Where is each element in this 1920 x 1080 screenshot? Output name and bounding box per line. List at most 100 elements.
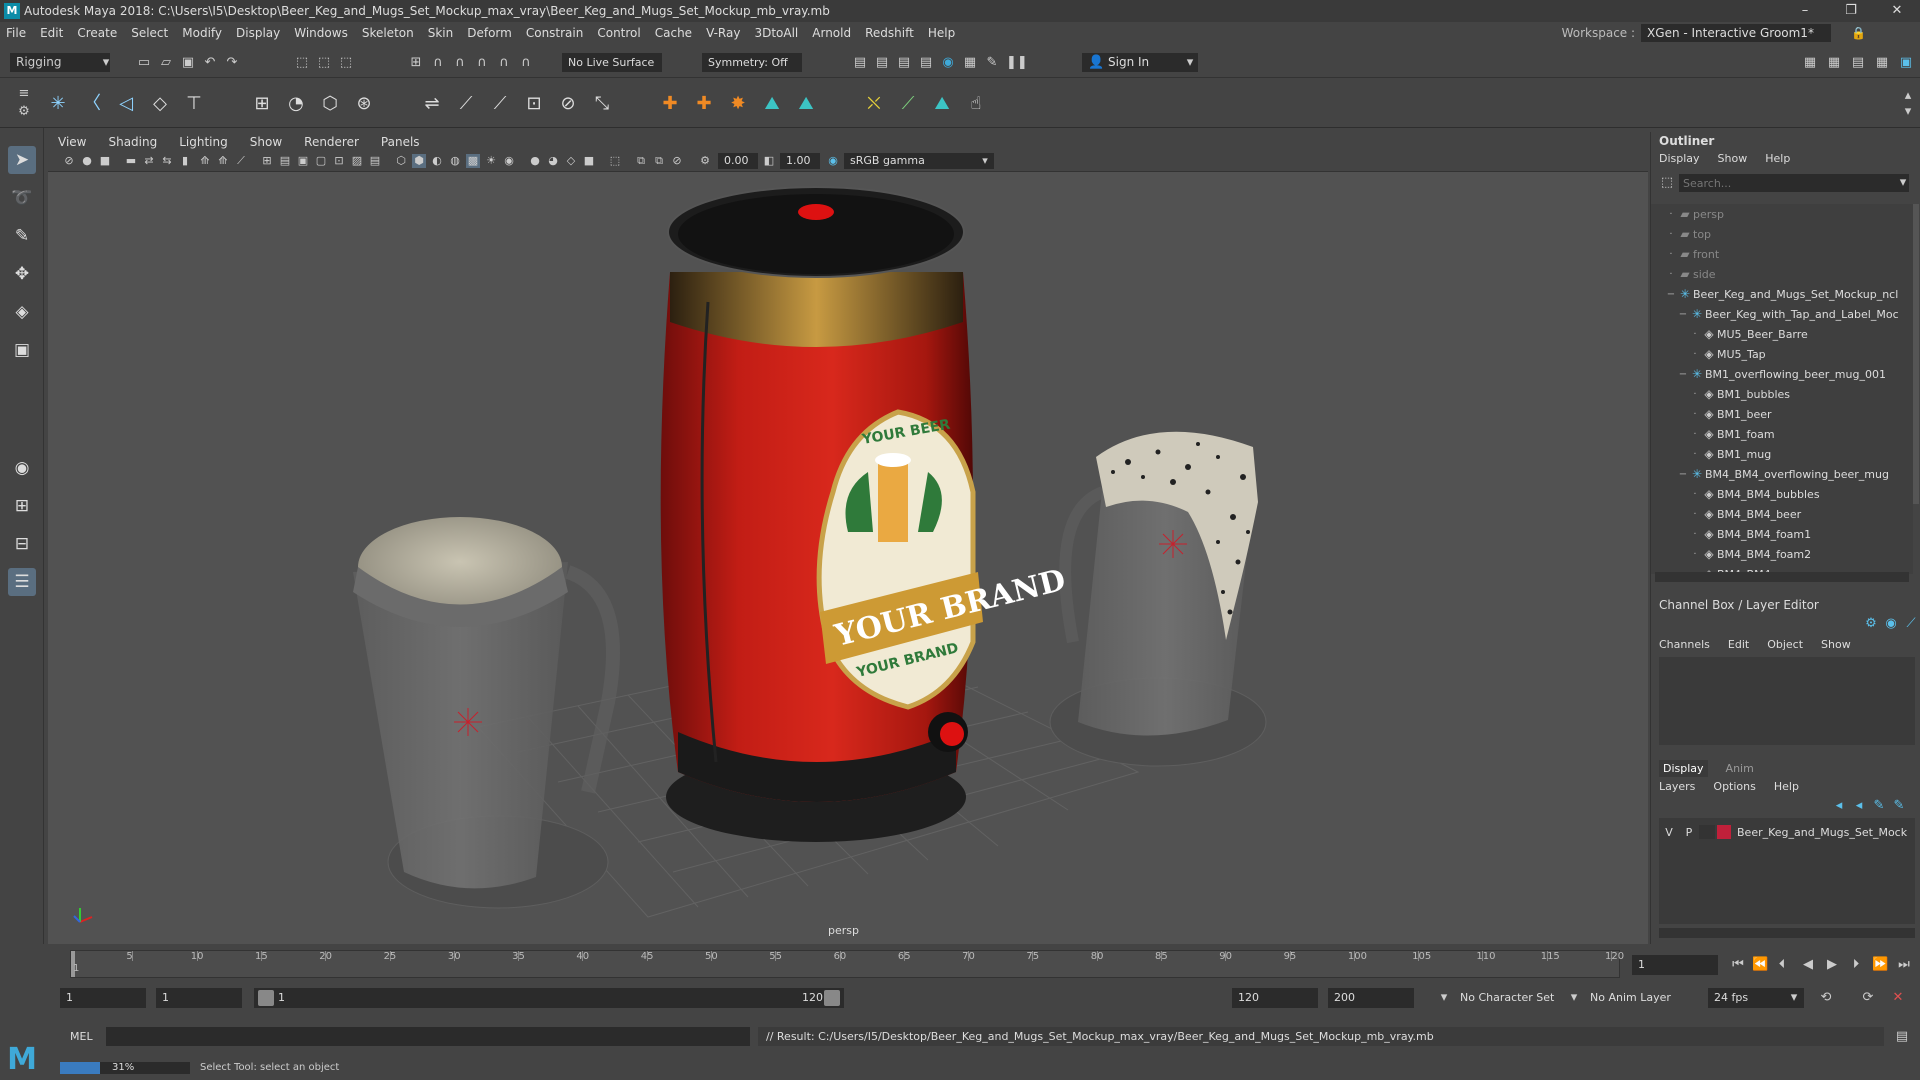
snap-point-icon[interactable]: ∩ [452,55,468,71]
auto-key-icon[interactable]: ⟳ [1860,990,1876,1006]
character-controls-icon[interactable]: ⛰ [794,92,818,116]
menu-arnold[interactable]: Arnold [812,26,851,40]
outliner-item[interactable]: · ◈ MU5_Tap [1651,344,1913,364]
outliner-toggle-icon[interactable]: ▣ [1898,55,1914,71]
expand-icon[interactable]: − [1677,369,1689,380]
xray-joints-icon[interactable]: ▤ [368,154,382,168]
chevron-down-icon[interactable]: ▾ [1436,990,1452,1006]
layout-four-icon[interactable]: ⊞ [8,492,36,520]
scale-tool-icon[interactable]: ▣ [8,336,36,364]
shelf-scroll-down-icon[interactable]: ▾ [1900,104,1916,120]
rotate-tool-icon[interactable]: ◈ [8,298,36,326]
blend-shape-icon[interactable]: ⊘ [556,92,580,116]
new-layer-icon[interactable]: ✎ [1871,798,1887,814]
outliner-item[interactable]: · ▰ front [1651,244,1913,264]
hypershade-icon[interactable]: ◉ [940,55,956,71]
quick-rig-icon[interactable]: ⛰ [760,92,784,116]
outliner-vertical-scrollbar[interactable] [1913,204,1919,504]
textured-icon[interactable]: ⬢ [412,154,426,168]
select-hierarchy-icon[interactable]: ⬚ [294,55,310,71]
menu-deform[interactable]: Deform [467,26,512,40]
xray-icon[interactable]: ▨ [350,154,364,168]
smooth-shade-icon[interactable]: ⬡ [394,154,408,168]
layout-single-icon[interactable]: ◉ [8,454,36,482]
time-slider-track[interactable]: 1 5 10 15 20 25 30 35 40 45 50 55 60 65 70 75 80 85 90 95 1… [70,950,1624,978]
orient-joint-icon[interactable]: ⊤ [182,92,206,116]
beer-keg[interactable]: YOUR BRAND YOUR BEER YOUR BRAND [660,186,1069,842]
menu-control[interactable]: Control [597,26,640,40]
motion-blur-icon[interactable]: ☀ [484,154,498,168]
camera-attributes-icon[interactable]: ⊘ [62,154,76,168]
layer-row[interactable]: V P Beer_Keg_and_Mugs_Set_Mock [1659,822,1915,842]
outliner-menu-display[interactable]: Display [1659,152,1700,165]
save-scene-icon[interactable]: ▣ [180,55,196,71]
modeling-toolkit-icon[interactable]: ▦ [1802,55,1818,71]
viewport-panel[interactable]: View Shading Lighting Show Renderer Panels ⊘ … [48,132,1648,944]
character-set-dropdown[interactable]: No Character Set [1454,988,1564,1008]
range-slider-bar[interactable]: 1 120 [254,988,844,1008]
layer-color-swatch[interactable] [1717,825,1731,839]
layout-outliner-icon[interactable]: ☰ [8,568,36,596]
mirror-joint-icon[interactable]: ◇ [148,92,172,116]
snap-grid-icon[interactable]: ⊞ [408,55,424,71]
filter-icon[interactable]: ⬚ [1659,175,1675,191]
smooth-skin-icon[interactable]: ⟋ [488,92,512,116]
step-back-frame-icon[interactable]: ⏴ [1774,957,1790,973]
grease-pencil-icon[interactable]: ⇆ [160,154,174,168]
outliner-item[interactable]: − ✳ BM1_overflowing_beer_mug_001 [1651,364,1913,384]
lights-icon[interactable]: ◐ [430,154,444,168]
outliner-item[interactable]: − ✳ Beer_Keg_with_Tap_and_Label_Moc [1651,304,1913,324]
viewport-menu-view[interactable]: View [58,135,86,149]
menu-modify[interactable]: Modify [182,26,222,40]
snap-surface-icon[interactable]: ∩ [496,55,512,71]
outliner-item[interactable]: − ✳ BM4_BM4_overflowing_beer_mug [1651,464,1913,484]
bookmark-icon[interactable]: ■ [98,154,112,168]
chevron-down-icon[interactable]: ▾ [1566,990,1582,1006]
snap-curve-icon[interactable]: ∩ [430,55,446,71]
menu-file[interactable]: File [6,26,26,40]
tab-anim[interactable]: Anim [1722,760,1758,777]
chevron-down-icon[interactable]: ▾ [98,55,114,71]
wrap-icon[interactable]: ◔ [284,92,308,116]
menu-help[interactable]: Help [928,26,955,40]
outliner-item[interactable]: · ◈ BM4_BM4_beer [1651,504,1913,524]
anim-layer-dropdown[interactable]: No Anim Layer [1584,988,1688,1008]
range-end-handle[interactable] [824,990,840,1006]
layer-menu-options[interactable]: Options [1713,780,1755,793]
menu-display[interactable]: Display [236,26,280,40]
rigid-bind-icon[interactable]: ⊡ [522,92,546,116]
select-camera-icon[interactable]: ⬚ [608,154,622,168]
safe-action-icon[interactable]: ⟰ [216,154,230,168]
2d-pan-icon[interactable]: ⇄ [142,154,156,168]
outliner-item[interactable]: · ▰ side [1651,264,1913,284]
soft-mod-icon[interactable]: ⊛ [352,92,376,116]
layer-editor-toggle-icon[interactable]: ◉ [1883,616,1899,632]
menu-constrain[interactable]: Constrain [526,26,584,40]
viewport-menu-panels[interactable]: Panels [381,135,420,149]
outliner-search-input[interactable] [1679,174,1909,192]
move-tool-icon[interactable]: ✥ [8,260,36,288]
outliner-item[interactable]: · ◈ BM4_BM4_foam2 [1651,544,1913,564]
new-scene-icon[interactable]: ▭ [136,55,152,71]
gamma-icon[interactable]: ◧ [762,154,776,168]
select-component-icon[interactable]: ⬚ [338,55,354,71]
gate-mask-icon[interactable]: ▮ [178,154,192,168]
chevron-down-icon[interactable]: ▾ [1895,175,1911,191]
layer-playback-toggle[interactable]: P [1679,826,1699,839]
minimize-icon[interactable]: – [1782,0,1828,22]
channel-box-menu-object[interactable]: Object [1767,638,1803,651]
menu-edit[interactable]: Edit [40,26,63,40]
step-back-key-icon[interactable]: ⏪ [1752,957,1768,973]
paint-weights-icon[interactable]: ⟋ [454,92,478,116]
select-object-icon[interactable]: ⬚ [316,55,332,71]
render-sequence-icon[interactable]: ▤ [874,55,890,71]
chevron-down-icon[interactable]: ▾ [1182,55,1198,71]
render-settings-icon[interactable]: ▤ [918,55,934,71]
image-plane-icon[interactable]: ▬ [124,154,138,168]
shelf-scroll-up-icon[interactable]: ▴ [1900,88,1916,104]
outliner-horizontal-scrollbar[interactable] [1655,572,1909,582]
go-to-start-icon[interactable]: ⏮ [1730,957,1746,973]
resolution-gate-icon[interactable]: ▣ [296,154,310,168]
render-setup-icon[interactable]: ▦ [962,55,978,71]
hair-system-icon[interactable]: ⟋ [896,92,920,116]
